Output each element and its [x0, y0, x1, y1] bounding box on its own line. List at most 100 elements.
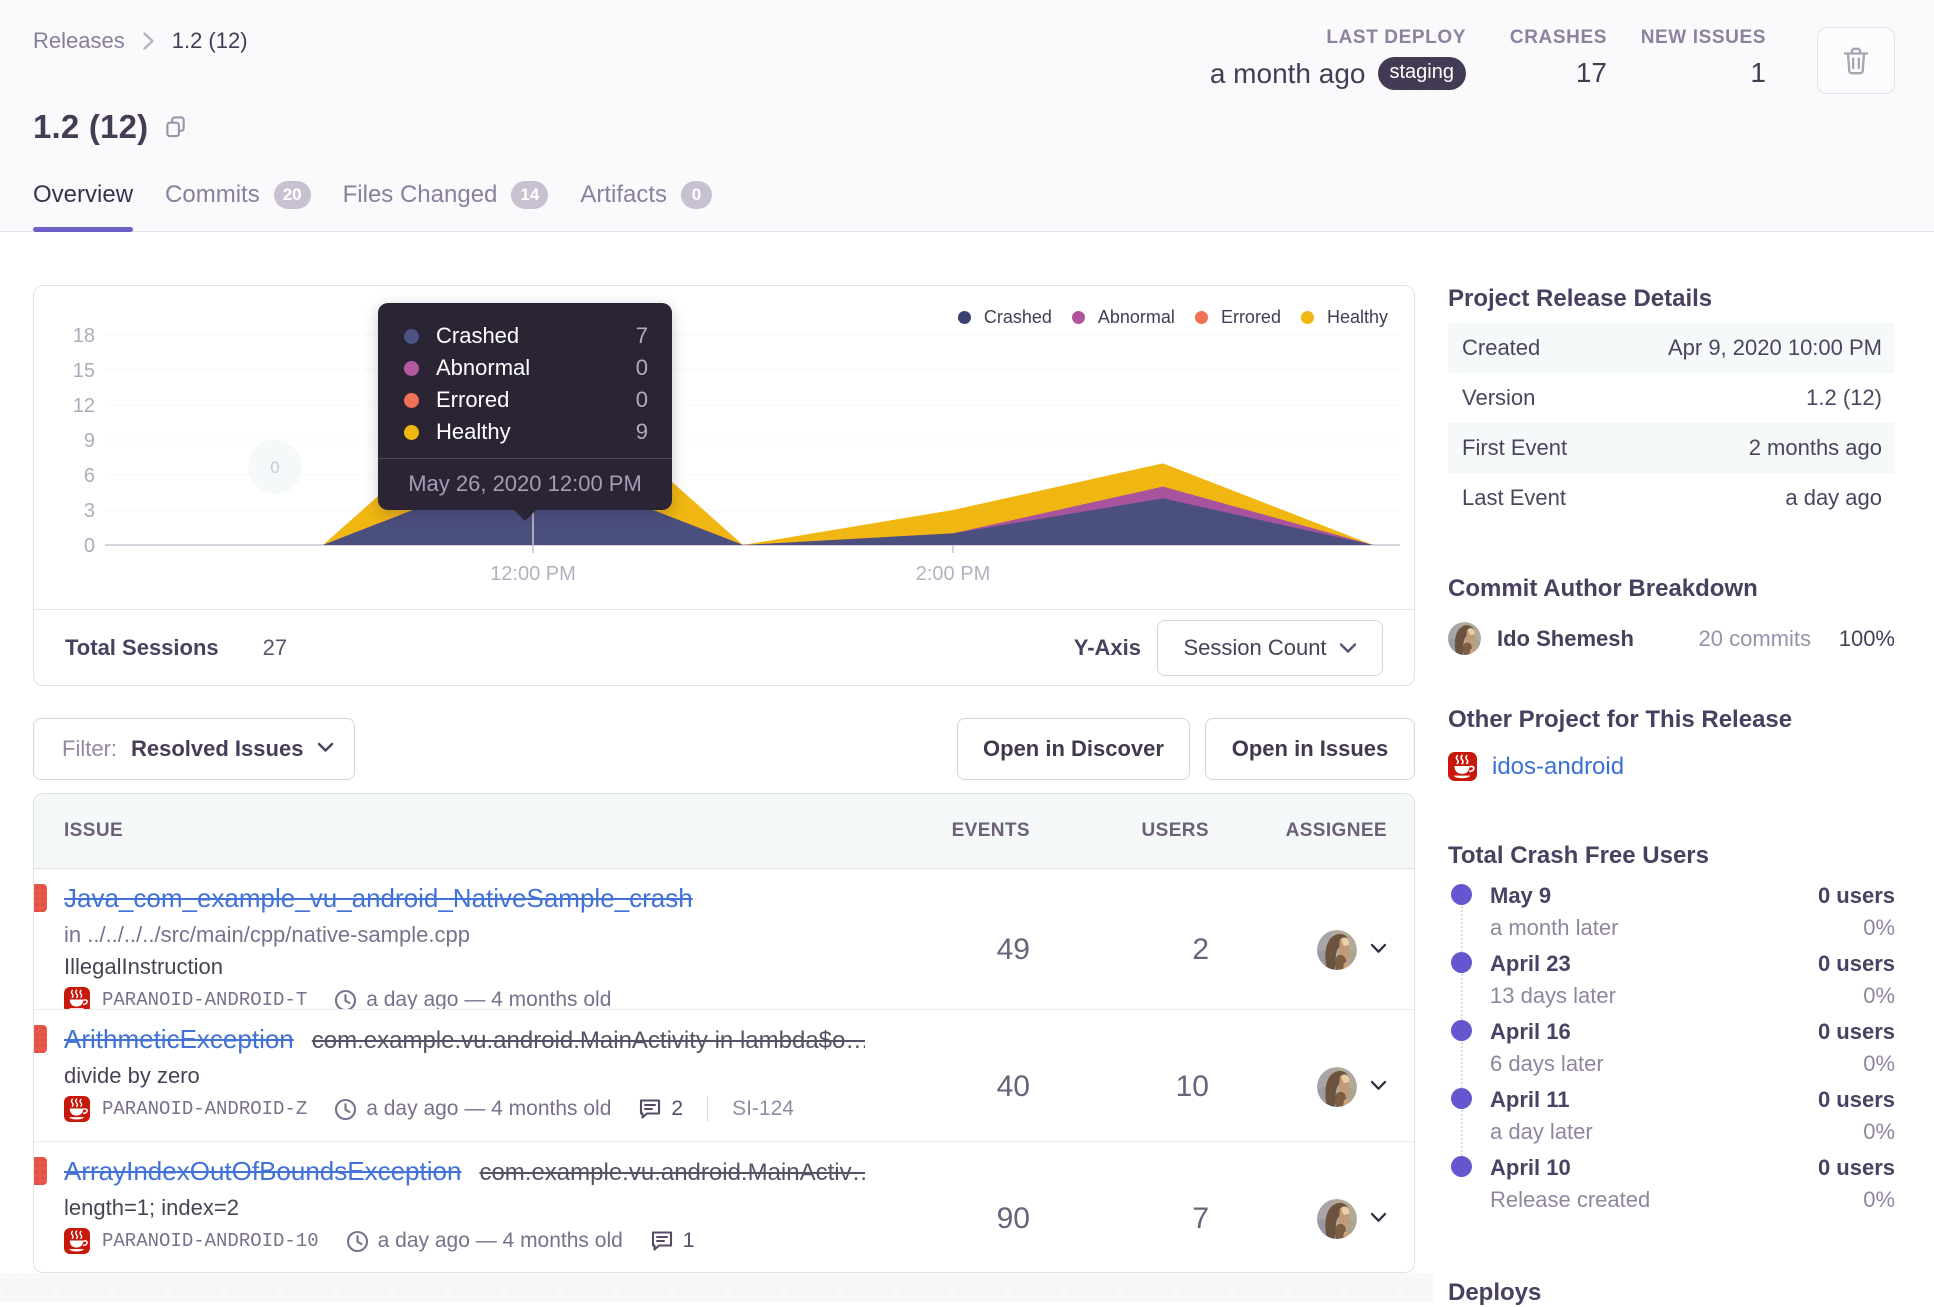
issue-title-link[interactable]: Java_com_example_vu_android_NativeSample…	[64, 883, 693, 913]
chart-legend: Crashed Abnormal Errored Healthy	[938, 307, 1388, 328]
timeline-users: 0 users	[1817, 1155, 1895, 1180]
chevron-down-icon[interactable]	[1370, 1078, 1387, 1096]
legend-item[interactable]: Abnormal	[1071, 307, 1175, 328]
issue-age: a day ago — 4 months old	[377, 1229, 623, 1252]
release-details-table: Created Apr 9, 2020 10:00 PM Version 1.2…	[1448, 323, 1895, 523]
timeline-users: 0 users	[1817, 951, 1895, 976]
timeline-dot-icon	[1451, 884, 1472, 905]
release-detail-row: Last Event a day ago	[1448, 473, 1895, 523]
issue-comments: 1	[650, 1229, 695, 1253]
legend-dot-icon	[957, 311, 971, 324]
chart-footer: Total Sessions 27 Y-Axis Session Count	[34, 609, 1414, 685]
annotation-id[interactable]: SI-124	[732, 1097, 794, 1121]
tab-bar: Overview Commits 20 Files Changed 14 Art…	[33, 181, 744, 232]
timeline-percent: 0%	[1863, 1119, 1895, 1144]
project-icon	[1448, 752, 1477, 781]
page-header: Releases 1.2 (12) 1.2 (12) LAST DEPLOY a…	[0, 0, 1934, 232]
unresolved-indicator-bar	[34, 1025, 47, 1053]
issues-filter-select[interactable]: Filter: Resolved Issues	[33, 718, 355, 780]
crash-free-timeline: May 9 a month later 0 users 0% April 23 …	[1448, 883, 1895, 1223]
timeline-percent: 0%	[1863, 915, 1895, 940]
copy-icon[interactable]	[165, 115, 187, 139]
detail-value: 1.2 (12)	[1806, 385, 1882, 410]
clock-icon	[334, 1098, 357, 1121]
issue-assignee-cell[interactable]	[1209, 880, 1387, 1020]
legend-dot-icon	[1194, 311, 1208, 324]
tooltip-series-name: Errored	[436, 387, 510, 412]
timeline-sublabel: 13 days later	[1490, 983, 1616, 1008]
legend-label: Errored	[1220, 307, 1281, 327]
total-sessions-label: Total Sessions	[65, 634, 219, 660]
filter-label: Filter:	[62, 736, 117, 761]
issue-users-count: 2	[1192, 933, 1209, 966]
issues-table-header: ISSUE EVENTS USERS ASSIGNEE	[34, 794, 1414, 869]
open-in-issues-button[interactable]: Open in Issues	[1205, 718, 1415, 780]
detail-label: Created	[1462, 335, 1541, 360]
svg-text:2:00 PM: 2:00 PM	[916, 563, 990, 585]
issue-assignee-cell[interactable]	[1209, 1021, 1387, 1152]
svg-text:9: 9	[84, 430, 95, 452]
tab-label: Commits	[165, 181, 260, 208]
timeline-percent: 0%	[1863, 1051, 1895, 1076]
tab-label: Artifacts	[580, 181, 667, 208]
clock-icon	[334, 989, 357, 1009]
clock-icon	[346, 1230, 369, 1253]
timeline-dot-icon	[1451, 1156, 1472, 1177]
release-sidebar: Project Release Details Created Apr 9, 2…	[1448, 285, 1895, 1307]
comment-icon	[640, 1099, 661, 1119]
deploy-env-badge: staging	[1377, 57, 1466, 90]
legend-item[interactable]: Healthy	[1300, 307, 1388, 328]
chart-tooltip: Crashed 7 Abnormal 0 Errored 0 Healthy 9…	[378, 303, 672, 521]
tab[interactable]: Overview	[33, 181, 134, 232]
timeline-users: 0 users	[1817, 883, 1895, 908]
tab-badge: 14	[511, 181, 549, 209]
timeline-dot-icon	[1451, 1088, 1472, 1109]
other-project-link[interactable]: idos-android	[1492, 753, 1624, 781]
tab[interactable]: Files Changed 14	[343, 181, 549, 231]
issue-short-id: PARANOID-ANDROID-Z	[102, 1098, 308, 1120]
release-details-heading: Project Release Details	[1448, 285, 1713, 312]
svg-text:0: 0	[270, 458, 279, 477]
issue-assignee-cell[interactable]	[1209, 1153, 1387, 1273]
issue-message: divide by zero	[64, 1063, 200, 1088]
legend-dot-icon	[1300, 311, 1314, 324]
legend-label: Abnormal	[1097, 307, 1175, 327]
timeline-entry: April 16 6 days later 0 users 0%	[1448, 1019, 1895, 1087]
tooltip-series-name: Healthy	[436, 419, 511, 444]
svg-text:6: 6	[84, 465, 95, 487]
tab-label: Overview	[33, 181, 134, 208]
legend-item[interactable]: Crashed	[957, 307, 1052, 328]
tab[interactable]: Artifacts 0	[580, 181, 712, 231]
stat-label: NEW ISSUES	[1640, 27, 1766, 48]
tab[interactable]: Commits 20	[165, 181, 311, 231]
filter-value: Resolved Issues	[131, 736, 304, 761]
legend-item[interactable]: Errored	[1194, 307, 1281, 328]
comment-count: 1	[682, 1229, 695, 1252]
tooltip-row: Errored 0	[404, 384, 648, 416]
delete-release-button[interactable]	[1817, 27, 1895, 94]
timeline-entry: May 9 a month later 0 users 0%	[1448, 883, 1895, 951]
trash-icon	[1843, 47, 1869, 74]
assignee-avatar	[1317, 1199, 1357, 1239]
header-stat: CRASHES 17	[1510, 27, 1607, 89]
chevron-down-icon[interactable]	[1370, 1210, 1387, 1228]
yaxis-label: Y-Axis	[1073, 634, 1141, 660]
total-sessions-value: 27	[262, 634, 288, 660]
tab-badge: 20	[273, 181, 311, 209]
yaxis-select[interactable]: Session Count	[1157, 619, 1383, 676]
tooltip-row: Crashed 7	[404, 320, 648, 352]
issue-events-count: 49	[996, 933, 1030, 966]
sessions-area-chart[interactable]: 18 15 12 9 6 3 0 12:00 PM 2:00 PM 0	[34, 286, 1414, 609]
unresolved-indicator-bar	[34, 1157, 47, 1185]
chevron-down-icon[interactable]	[1370, 941, 1387, 959]
issue-title-link[interactable]: ArrayIndexOutOfBoundsException	[64, 1156, 461, 1186]
timeline-percent: 0%	[1863, 1187, 1895, 1212]
issue-title-link[interactable]: ArithmeticException	[64, 1024, 294, 1054]
timeline-entry: April 11 a day later 0 users 0%	[1448, 1087, 1895, 1155]
open-in-discover-button[interactable]: Open in Discover	[957, 718, 1190, 780]
svg-text:15: 15	[73, 360, 95, 382]
crash-free-heading: Total Crash Free Users	[1448, 842, 1709, 869]
tooltip-row: Abnormal 0	[404, 352, 648, 384]
page-title: 1.2 (12)	[33, 108, 149, 145]
timeline-sublabel: a day later	[1490, 1119, 1593, 1144]
